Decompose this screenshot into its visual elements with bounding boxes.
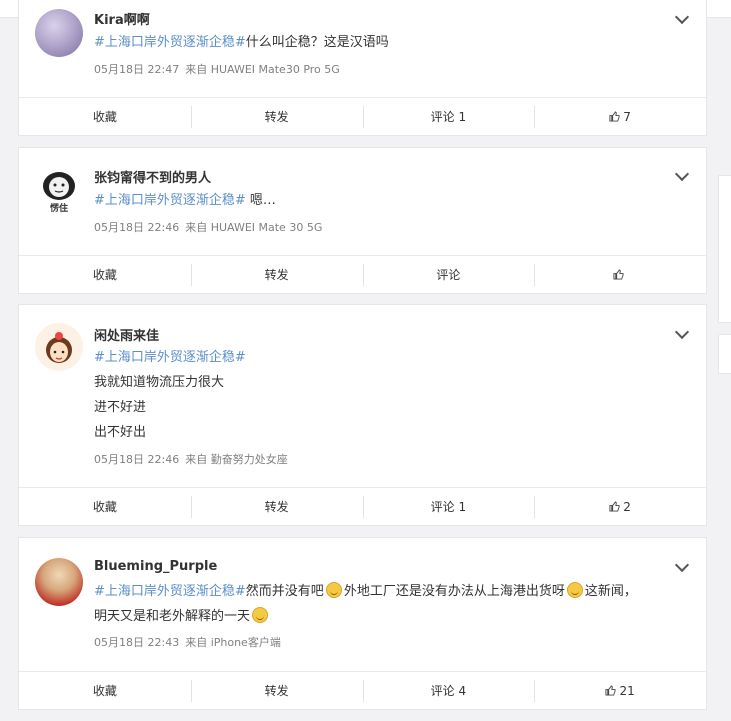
- post-body: 什么叫企稳？这是汉语吗: [245, 35, 389, 50]
- post-time[interactable]: 05月18日 22:43: [94, 636, 179, 649]
- like-button[interactable]: 7: [534, 98, 706, 135]
- comment-button[interactable]: 评论 1: [362, 98, 535, 135]
- favorite-label: 收藏: [92, 500, 117, 514]
- repost-label: 转发: [264, 500, 289, 514]
- hashtag-link[interactable]: #上海口岸外贸逐渐企稳#: [94, 345, 246, 370]
- favorite-button[interactable]: 收藏: [19, 672, 191, 709]
- repost-label: 转发: [264, 110, 289, 124]
- like-button[interactable]: 2: [534, 488, 706, 525]
- user-name[interactable]: 闲处雨来佳: [94, 325, 159, 344]
- action-bar: 收藏 转发 评论 1 7: [19, 97, 706, 135]
- like-count: 7: [623, 109, 631, 124]
- post-text: #上海口岸外贸逐渐企稳# 嗯…: [94, 188, 276, 213]
- right-sidebar-panel: [718, 175, 731, 323]
- weibo-post: 闲处雨来佳 #上海口岸外贸逐渐企稳# 我就知道物流压力很大 进不好进 出不好出 …: [18, 304, 707, 526]
- hashtag-link[interactable]: #上海口岸外贸逐渐企稳#: [94, 35, 246, 50]
- weibo-post: Blueming_Purple #上海口岸外贸逐渐企稳#然而并没有吧 外地工厂还是…: [18, 537, 707, 710]
- chevron-down-icon[interactable]: [674, 324, 690, 340]
- user-name[interactable]: 张钧甯得不到的男人: [94, 167, 211, 186]
- favorite-button[interactable]: 收藏: [19, 488, 191, 525]
- avatar-caption: 愣住: [49, 204, 68, 214]
- post-meta: 05月18日 22:46 来自 HUAWEI Mate 30 5G: [94, 219, 328, 235]
- post-time[interactable]: 05月18日 22:47: [94, 63, 179, 76]
- post-text: #上海口岸外贸逐渐企稳#什么叫企稳？这是汉语吗: [94, 30, 389, 55]
- thumbs-up-icon: [609, 111, 620, 122]
- post-meta: 05月18日 22:46 来自 勤奋努力处女座: [94, 451, 294, 467]
- post-time[interactable]: 05月18日 22:46: [94, 221, 179, 234]
- hashtag-link[interactable]: #上海口岸外贸逐渐企稳#: [94, 193, 246, 208]
- comment-button[interactable]: 评论: [362, 256, 535, 293]
- smile-emoji-icon: [566, 582, 583, 598]
- favorite-button[interactable]: 收藏: [19, 98, 191, 135]
- avatar[interactable]: [35, 323, 83, 371]
- post-source: 来自 勤奋努力处女座: [185, 453, 288, 466]
- action-bar: 收藏 转发 评论: [19, 255, 706, 293]
- thumbs-up-icon: [609, 501, 620, 512]
- chevron-down-icon[interactable]: [674, 9, 690, 25]
- like-count: 2: [623, 499, 631, 514]
- repost-label: 转发: [264, 268, 289, 282]
- repost-button[interactable]: 转发: [190, 98, 363, 135]
- action-bar: 收藏 转发 评论 1 2: [19, 487, 706, 525]
- favorite-label: 收藏: [92, 268, 117, 282]
- post-meta: 05月18日 22:47 来自 HUAWEI Mate30 Pro 5G: [94, 61, 346, 77]
- like-button[interactable]: 21: [534, 672, 706, 709]
- smile-emoji-icon: [325, 582, 342, 598]
- comment-button[interactable]: 评论 1: [362, 488, 535, 525]
- avatar[interactable]: 愣住: [35, 166, 83, 214]
- post-source: 来自 iPhone客户端: [185, 636, 281, 649]
- post-source: 来自 HUAWEI Mate 30 5G: [185, 221, 323, 234]
- avatar[interactable]: [35, 9, 83, 57]
- repost-button[interactable]: 转发: [190, 672, 363, 709]
- hashtag-link[interactable]: #上海口岸外贸逐渐企稳#: [94, 584, 246, 599]
- post-line: 出不好出: [94, 425, 147, 440]
- post-meta: 05月18日 22:43 来自 iPhone客户端: [94, 634, 287, 650]
- post-text: #上海口岸外贸逐渐企稳#然而并没有吧 外地工厂还是没有办法从上海港出货呀 这新闻， …: [94, 579, 637, 629]
- post-body: 然而并没有吧: [245, 584, 324, 599]
- right-sidebar-panel: [718, 334, 731, 374]
- like-count: 21: [619, 683, 635, 698]
- thumbs-up-icon: [613, 269, 624, 280]
- action-bar: 收藏 转发 评论 4 21: [19, 671, 706, 709]
- favorite-button[interactable]: 收藏: [19, 256, 191, 293]
- post-source: 来自 HUAWEI Mate30 Pro 5G: [185, 63, 340, 76]
- user-name[interactable]: Kira啊啊: [94, 9, 150, 28]
- comment-label: 评论 1: [430, 500, 467, 514]
- post-time[interactable]: 05月18日 22:46: [94, 453, 179, 466]
- repost-label: 转发: [264, 684, 289, 698]
- favorite-label: 收藏: [92, 110, 117, 124]
- avatar[interactable]: [35, 558, 83, 606]
- comment-label: 评论 1: [430, 110, 467, 124]
- post-body: 明天又是和老外解释的一天: [94, 609, 251, 624]
- chevron-down-icon[interactable]: [674, 557, 690, 573]
- post-line: 我就知道物流压力很大: [94, 375, 225, 390]
- favorite-label: 收藏: [92, 684, 117, 698]
- thumbs-up-icon: [605, 685, 617, 696]
- user-name[interactable]: Blueming_Purple: [94, 559, 217, 574]
- cartoon-girl-icon: [46, 332, 72, 363]
- comment-label: 评论: [436, 268, 461, 282]
- comment-button[interactable]: 评论 4: [362, 672, 535, 709]
- repost-button[interactable]: 转发: [190, 256, 363, 293]
- post-body: 外地工厂还是没有办法从上海港出货呀: [343, 584, 565, 599]
- weibo-post: 愣住 张钧甯得不到的男人 #上海口岸外贸逐渐企稳# 嗯… 05月18日 22:4…: [18, 147, 707, 294]
- weibo-post: Kira啊啊 #上海口岸外贸逐渐企稳#什么叫企稳？这是汉语吗 05月18日 22…: [18, 0, 707, 136]
- blush-emoji-icon: [252, 607, 269, 623]
- like-button[interactable]: [534, 256, 706, 293]
- post-body: 嗯…: [245, 193, 276, 208]
- chevron-down-icon[interactable]: [674, 166, 690, 182]
- comment-label: 评论 4: [430, 684, 467, 698]
- repost-button[interactable]: 转发: [190, 488, 363, 525]
- post-line: 进不好进: [94, 400, 147, 415]
- post-body: 这新闻，: [584, 584, 637, 599]
- post-text: #上海口岸外贸逐渐企稳# 我就知道物流压力很大 进不好进 出不好出: [94, 345, 246, 445]
